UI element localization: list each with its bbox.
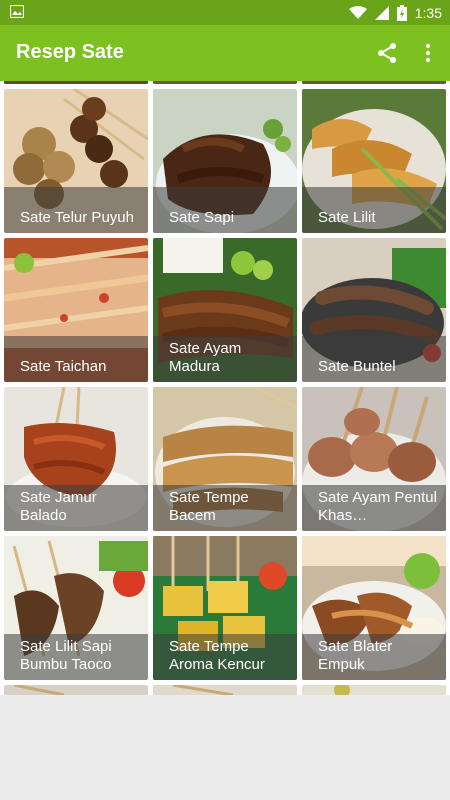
grid-tile-sate-lilit-sapi-bumbu-taoco[interactable]: Sate Lilit Sapi Bumbu Taoco [4, 536, 148, 680]
status-time: 1:35 [414, 4, 442, 21]
tile-label: Sate Tempe Aroma Kencur [169, 638, 265, 673]
empty-bottom-area [0, 695, 450, 800]
grid-tile-partial[interactable] [4, 81, 148, 84]
image-icon [10, 5, 24, 18]
food-image [153, 685, 297, 695]
food-image [302, 81, 446, 84]
share-icon[interactable] [375, 41, 399, 65]
tile-label: Sate Blater Empuk [318, 638, 393, 673]
tile-label: Sate Ayam Pentul Khas… [318, 489, 437, 524]
tile-label: Sate Jamur Balado [20, 489, 97, 524]
tile-label: Sate Ayam Madura [169, 340, 242, 375]
tile-label: Sate Telur Puyuh [20, 209, 134, 226]
recipe-grid[interactable]: Sate Telur Puyuh Sate Sapi Sate Lilit Sa… [0, 81, 450, 695]
grid-tile-sate-ayam-pentul[interactable]: Sate Ayam Pentul Khas… [302, 387, 446, 531]
grid-tile-partial[interactable] [153, 81, 297, 84]
grid-tile-sate-buntel[interactable]: Sate Buntel [302, 238, 446, 382]
tile-label: Sate Lilit [318, 209, 376, 226]
grid-tile-sate-tempe-aroma-kencur[interactable]: Sate Tempe Aroma Kencur [153, 536, 297, 680]
tile-label: Sate Lilit Sapi Bumbu Taoco [20, 638, 112, 673]
grid-tile-partial[interactable] [302, 81, 446, 84]
wifi-icon [348, 5, 367, 19]
grid-tile-partial[interactable] [302, 685, 446, 695]
more-vert-icon[interactable] [416, 41, 440, 65]
grid-tile-sate-lilit[interactable]: Sate Lilit [302, 89, 446, 233]
grid-tile-sate-jamur-balado[interactable]: Sate Jamur Balado [4, 387, 148, 531]
app-bar: Resep Sate [0, 25, 450, 81]
food-image [4, 685, 148, 695]
battery-icon [396, 4, 407, 21]
grid-tile-partial[interactable] [4, 685, 148, 695]
grid-tile-sate-blater-empuk[interactable]: Sate Blater Empuk [302, 536, 446, 680]
grid-tile-partial[interactable] [153, 685, 297, 695]
tile-label: Sate Tempe Bacem [169, 489, 249, 524]
tile-label: Sate Taichan [20, 358, 107, 375]
tile-label: Sate Buntel [318, 358, 396, 375]
status-bar: 1:35 [0, 0, 450, 25]
grid-tile-sate-telur-puyuh[interactable]: Sate Telur Puyuh [4, 89, 148, 233]
app-title: Resep Sate [16, 41, 124, 63]
grid-tile-sate-ayam-madura[interactable]: Sate Ayam Madura [153, 238, 297, 382]
food-image [302, 685, 446, 695]
tile-label: Sate Sapi [169, 209, 235, 226]
grid-tile-sate-sapi[interactable]: Sate Sapi [153, 89, 297, 233]
food-image [4, 81, 148, 84]
status-icons: 1:35 [348, 3, 442, 22]
grid-tile-sate-tempe-bacem[interactable]: Sate Tempe Bacem [153, 387, 297, 531]
signal-icon [374, 5, 389, 20]
grid-tile-sate-taichan[interactable]: Sate Taichan [4, 238, 148, 382]
food-image [153, 81, 297, 84]
